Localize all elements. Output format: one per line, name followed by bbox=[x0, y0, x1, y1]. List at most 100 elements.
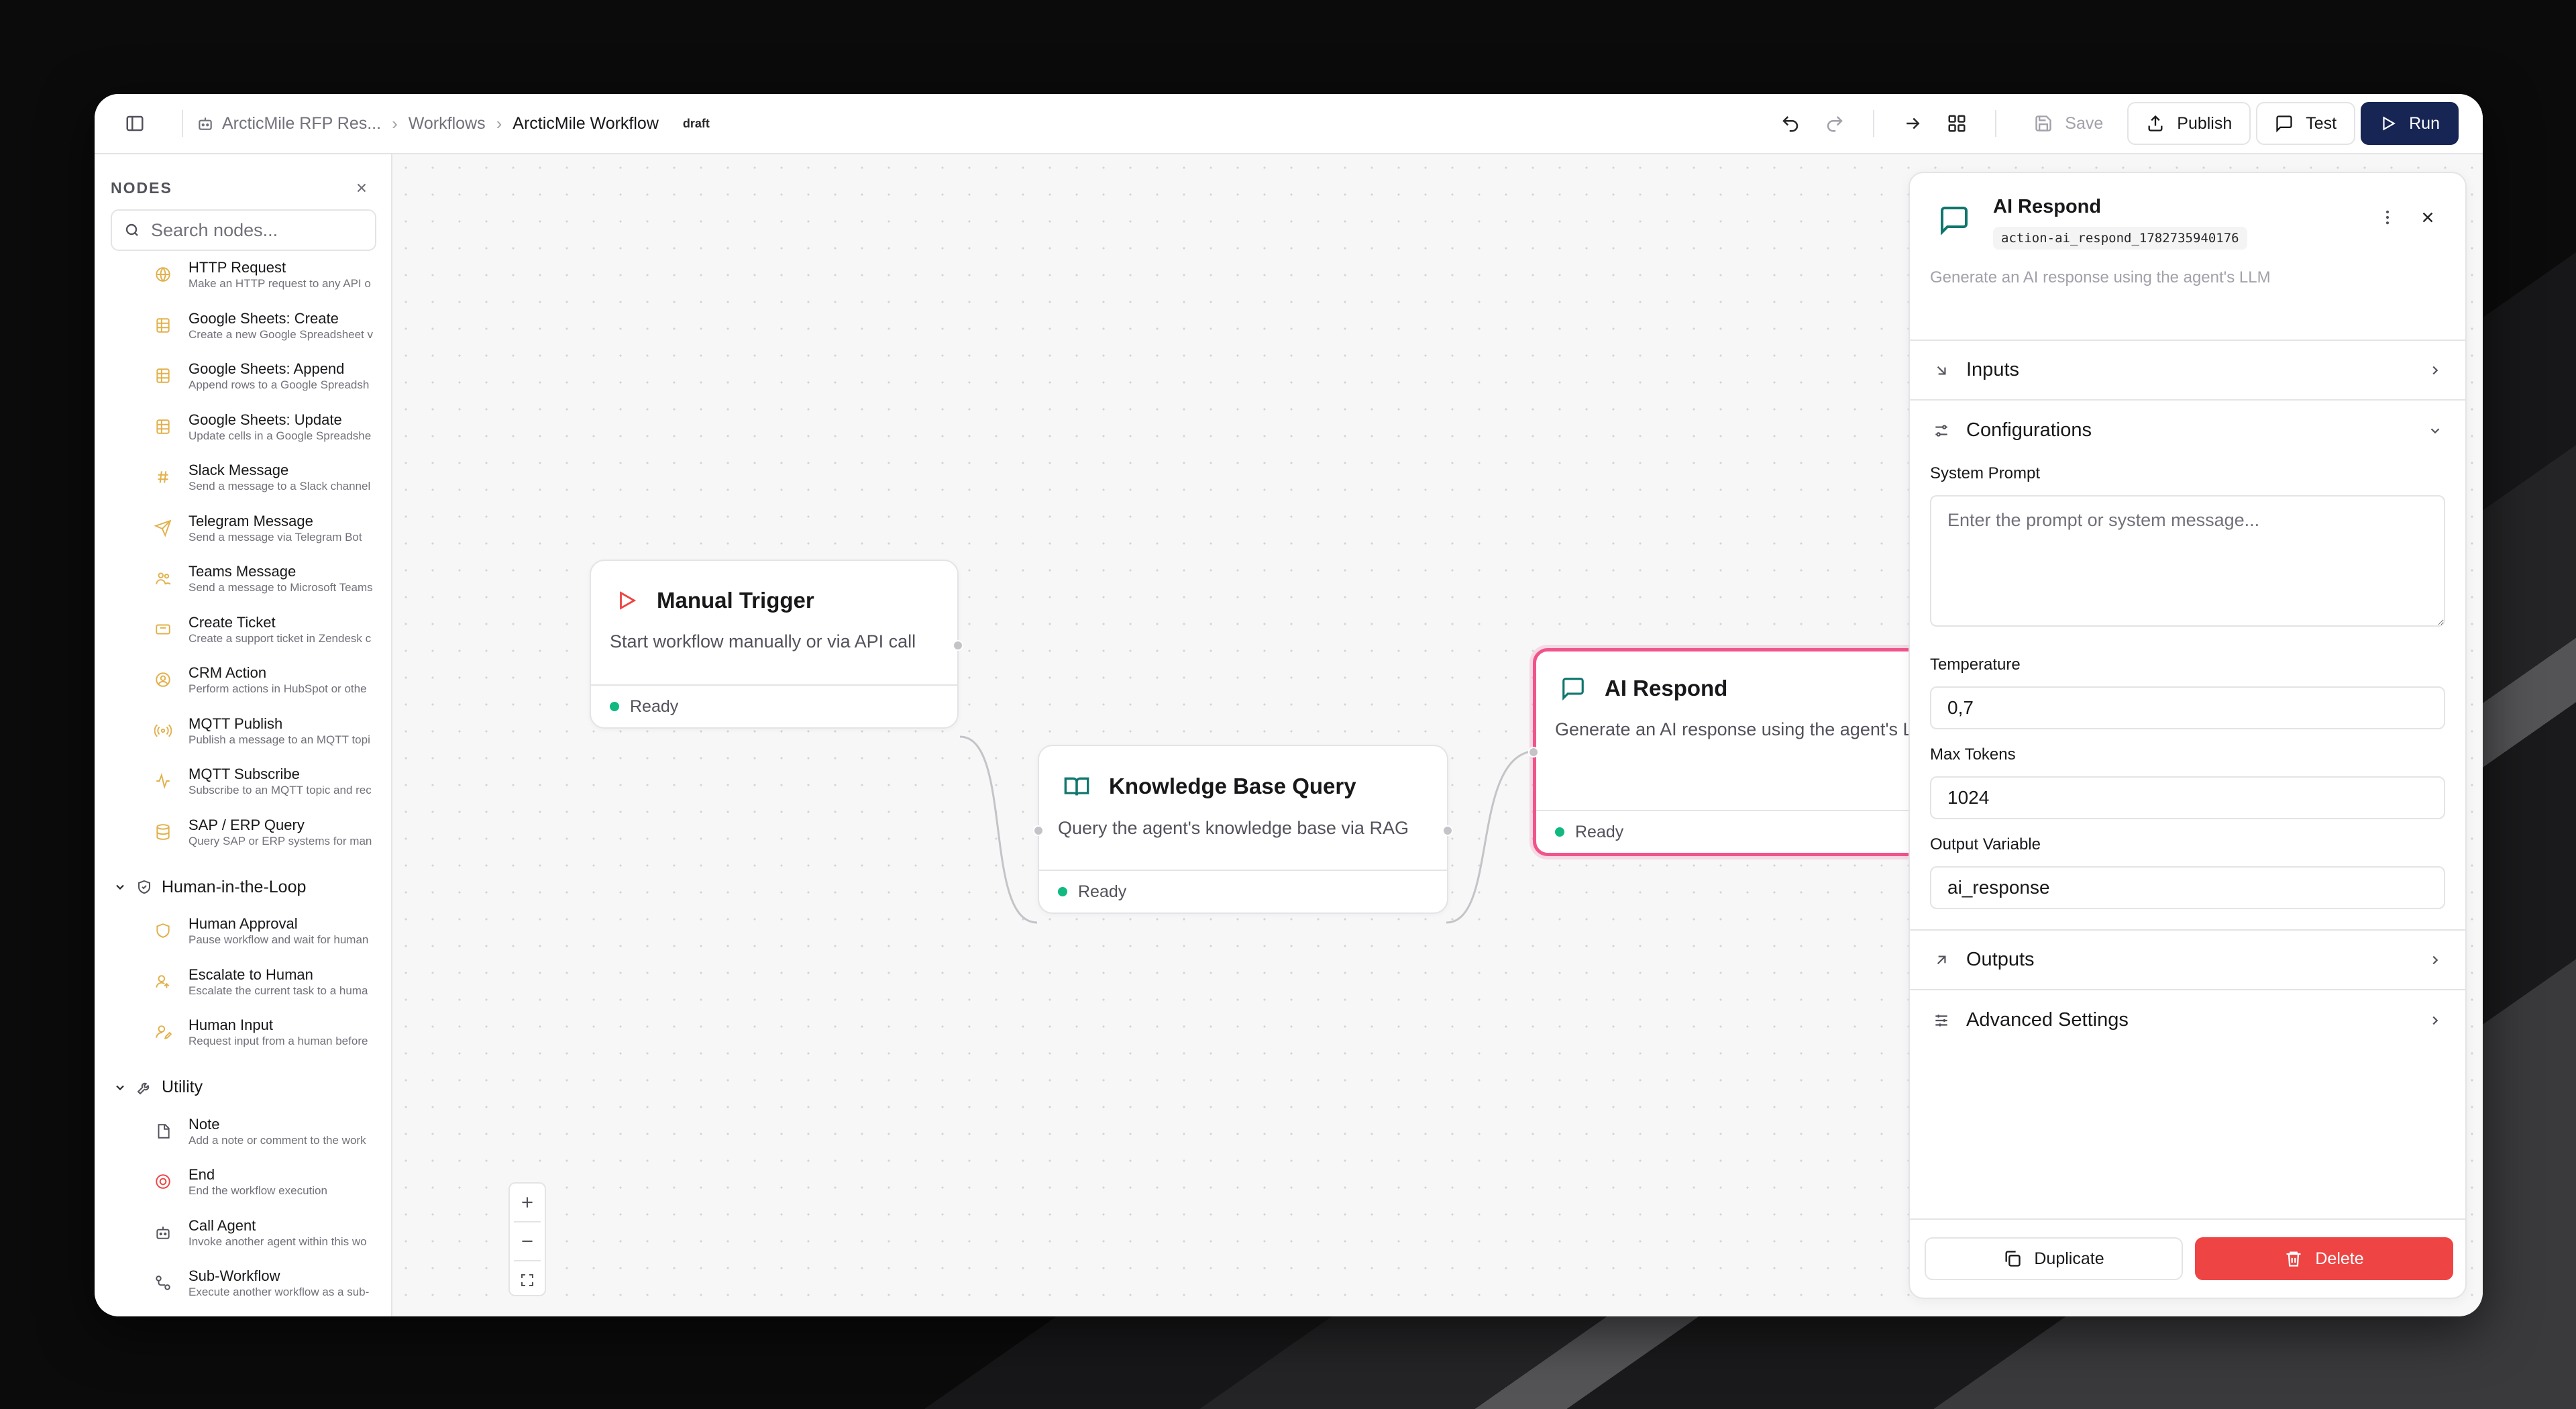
node-list-item[interactable]: MQTT Subscribe Subscribe to an MQTT topic… bbox=[95, 762, 391, 813]
duplicate-button[interactable]: Duplicate bbox=[1925, 1237, 2183, 1280]
zoom-controls bbox=[508, 1182, 546, 1296]
workflow-node-ai-respond[interactable]: AI Respond Generate an AI response using… bbox=[1528, 648, 1974, 856]
breadcrumb-workflows[interactable]: Workflows bbox=[409, 114, 486, 134]
section-configurations[interactable]: Configurations bbox=[1910, 401, 2465, 460]
chevron-right-icon bbox=[2432, 366, 2438, 374]
delete-button[interactable]: Delete bbox=[2195, 1237, 2453, 1280]
node-list-item[interactable]: Google Sheets: Update Update cells in a G… bbox=[95, 407, 391, 458]
group-human-in-the-loop[interactable]: Human-in-the-Loop bbox=[95, 863, 391, 911]
close-icon[interactable] bbox=[2413, 203, 2443, 232]
redo-icon[interactable] bbox=[1815, 104, 1854, 143]
delete-label: Delete bbox=[2315, 1249, 2364, 1268]
node-item-description: Make an HTTP request to any API o bbox=[189, 277, 371, 290]
node-item-description: Append rows to a Google Spreadsh bbox=[189, 378, 370, 391]
node-list-item[interactable]: CRM Action Perform actions in HubSpot or … bbox=[95, 660, 391, 711]
output-variable-field: Output Variable bbox=[1910, 835, 2465, 909]
node-item-title: Create Ticket bbox=[189, 613, 276, 631]
node-item-description: End the workflow execution bbox=[189, 1184, 327, 1197]
output-port[interactable] bbox=[953, 640, 963, 651]
node-list-item[interactable]: Human Approval Pause workflow and wait fo… bbox=[95, 911, 391, 962]
shield-check-icon bbox=[138, 880, 150, 894]
node-item-description: Publish a message to an MQTT topi bbox=[189, 733, 370, 746]
run-button[interactable]: Run bbox=[2361, 102, 2459, 145]
divider bbox=[1995, 110, 1997, 137]
publish-button[interactable]: Publish bbox=[2127, 102, 2251, 145]
node-list-item[interactable]: Sub-Workflow Execute another workflow as … bbox=[95, 1263, 391, 1314]
output-variable-input[interactable] bbox=[1930, 866, 2445, 909]
node-list-item[interactable]: Note Add a note or comment to the work bbox=[95, 1112, 391, 1163]
node-list-integrations: HTTP Request Make an HTTP request to any … bbox=[95, 255, 391, 863]
divider bbox=[182, 110, 183, 137]
save-icon bbox=[2035, 115, 2051, 132]
workflow-node-manual-trigger[interactable]: Manual Trigger Start workflow manually o… bbox=[590, 560, 963, 729]
input-port[interactable] bbox=[1033, 825, 1044, 836]
zoom-out-icon[interactable] bbox=[510, 1222, 545, 1260]
chevron-right-icon bbox=[2432, 955, 2438, 964]
section-inputs[interactable]: Inputs bbox=[1910, 341, 2465, 401]
edge-trigger-to-kb bbox=[959, 735, 1038, 924]
node-list-item[interactable]: End End the workflow execution bbox=[95, 1162, 391, 1213]
more-vertical-icon[interactable] bbox=[2373, 203, 2402, 232]
node-item-title: Note bbox=[189, 1115, 220, 1133]
arrow-up-right-icon bbox=[1937, 955, 1946, 964]
node-list-item[interactable]: Escalate to Human Escalate the current ta… bbox=[95, 962, 391, 1013]
node-list-item[interactable]: Google Sheets: Create Create a new Google… bbox=[95, 306, 391, 357]
chevron-down-icon bbox=[116, 1085, 124, 1090]
sliders-icon bbox=[1935, 424, 1947, 437]
node-item-description: Create a support ticket in Zendesk c bbox=[189, 631, 372, 645]
node-item-description: Escalate the current task to a huma bbox=[189, 984, 368, 997]
node-list-item[interactable]: Create Ticket Create a support ticket in … bbox=[95, 610, 391, 661]
temperature-input[interactable] bbox=[1930, 686, 2445, 729]
breadcrumb-agent[interactable]: ArcticMile RFP Res... bbox=[222, 114, 381, 134]
message-square-icon bbox=[1938, 204, 1977, 243]
layout-grid-icon[interactable] bbox=[1937, 104, 1976, 143]
workflow-node-knowledge-base-query[interactable]: Knowledge Base Query Query the agent's k… bbox=[1033, 745, 1453, 914]
database-icon bbox=[154, 823, 172, 841]
output-port[interactable] bbox=[1442, 825, 1453, 836]
status-badge: draft bbox=[682, 116, 710, 130]
node-list-item[interactable]: MQTT Publish Publish a message to an MQTT… bbox=[95, 711, 391, 762]
node-item-text: MQTT Subscribe Subscribe to an MQTT topic… bbox=[189, 762, 391, 798]
close-icon[interactable] bbox=[348, 174, 375, 201]
system-prompt-input[interactable] bbox=[1930, 495, 2445, 627]
play-icon bbox=[2383, 116, 2396, 131]
undo-icon[interactable] bbox=[1771, 104, 1810, 143]
node-item-text: Call Agent Invoke another agent within th… bbox=[189, 1213, 391, 1249]
node-item-description: Add a note or comment to the work bbox=[189, 1133, 366, 1147]
node-list-item[interactable]: Human Input Request input from a human be… bbox=[95, 1012, 391, 1063]
node-list-item[interactable]: Google Sheets: Append Append rows to a Go… bbox=[95, 356, 391, 407]
node-item-description: Request input from a human before bbox=[189, 1035, 368, 1047]
max-tokens-input[interactable] bbox=[1930, 776, 2445, 819]
node-list-item[interactable]: SAP / ERP Query Query SAP or ERP systems … bbox=[95, 813, 391, 864]
fit-view-icon[interactable] bbox=[510, 1261, 545, 1299]
node-list-item[interactable]: HTTP Request Make an HTTP request to any … bbox=[95, 255, 391, 306]
node-item-title: CRM Action bbox=[189, 664, 267, 681]
node-item-title: Sub-Workflow bbox=[189, 1267, 280, 1284]
node-list-item[interactable]: Slack Message Send a message to a Slack c… bbox=[95, 458, 391, 509]
node-list-item[interactable]: Telegram Message Send a message via Teleg… bbox=[95, 509, 391, 560]
node-list-item[interactable]: Teams Message Send a message to Microsoft… bbox=[95, 559, 391, 610]
chevron-right-icon bbox=[2432, 1016, 2438, 1025]
section-outputs[interactable]: Outputs bbox=[1910, 931, 2465, 990]
send-icon bbox=[154, 519, 172, 537]
input-port[interactable] bbox=[1528, 747, 1539, 758]
section-advanced-settings[interactable]: Advanced Settings bbox=[1910, 990, 2465, 1050]
node-item-title: HTTP Request bbox=[189, 259, 286, 276]
arrow-right-icon[interactable] bbox=[1893, 104, 1932, 143]
node-item-title: Telegram Message bbox=[189, 512, 313, 529]
search-field[interactable] bbox=[111, 209, 376, 251]
test-button[interactable]: Test bbox=[2256, 102, 2356, 145]
search-input[interactable] bbox=[151, 219, 352, 241]
save-button[interactable]: Save bbox=[2015, 102, 2123, 145]
panel-title: AI Respond bbox=[1993, 196, 2102, 217]
zoom-in-icon[interactable] bbox=[510, 1184, 545, 1221]
node-list-item[interactable]: Call Agent Invoke another agent within th… bbox=[95, 1213, 391, 1264]
panel-footer: Duplicate Delete bbox=[1910, 1218, 2465, 1298]
field-label: Temperature bbox=[1930, 656, 2021, 674]
group-label: Human-in-the-Loop bbox=[162, 877, 307, 896]
sidebar-toggle-icon[interactable] bbox=[119, 107, 151, 140]
node-item-text: Escalate to Human Escalate the current ta… bbox=[189, 962, 391, 998]
group-utility[interactable]: Utility bbox=[95, 1063, 391, 1112]
max-tokens-field: Max Tokens bbox=[1910, 745, 2465, 819]
ticket-icon bbox=[154, 621, 172, 638]
